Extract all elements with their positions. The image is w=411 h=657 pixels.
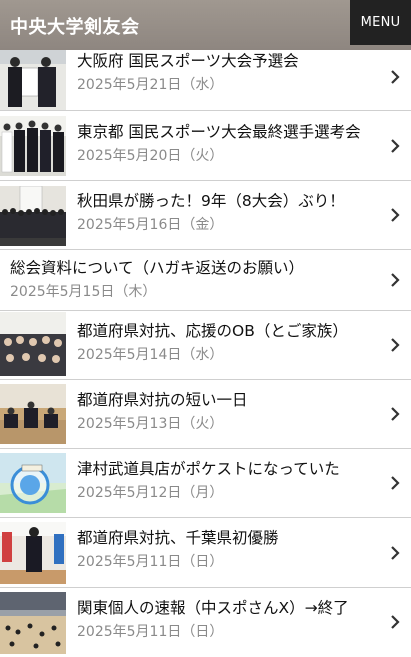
post-title[interactable]: 東京都 国民スポーツ大会最終選手選考会 xyxy=(77,122,381,142)
chevron-right-icon xyxy=(391,70,400,84)
post-title[interactable]: 都道府県対抗の短い一日 xyxy=(77,390,381,410)
post-thumbnail xyxy=(0,116,66,176)
post-date: 2025年5月16日（金） xyxy=(77,217,224,233)
post-date: 2025年5月11日（日） xyxy=(77,554,224,570)
post-title[interactable]: 秋田県が勝った！9年（8大会）ぶり！ xyxy=(77,191,381,211)
post-thumbnail xyxy=(0,384,66,444)
chevron-right-icon xyxy=(391,546,400,560)
chevron-right-icon xyxy=(391,208,400,222)
list-item[interactable]: 都道府県対抗、応援のOB（とご家族） 2025年5月14日（水） xyxy=(0,311,411,380)
post-title[interactable]: 都道府県対抗、応援のOB（とご家族） xyxy=(77,321,381,341)
post-date: 2025年5月13日（火） xyxy=(77,416,224,432)
post-title[interactable]: 関東個人の速報（中スポさんX）→終了 xyxy=(77,598,381,618)
chevron-right-icon xyxy=(391,476,400,490)
list-item[interactable]: 大阪府 国民スポーツ大会予選会 2025年5月21日（水） xyxy=(0,50,411,111)
chevron-right-icon xyxy=(391,615,400,629)
post-title[interactable]: 大阪府 国民スポーツ大会予選会 xyxy=(77,51,381,71)
post-thumbnail xyxy=(0,186,66,246)
list-item[interactable]: 津村武道具店がポケストになっていた 2025年5月12日（月） xyxy=(0,449,411,518)
post-thumbnail xyxy=(0,453,66,513)
post-date: 2025年5月20日（火） xyxy=(77,148,224,164)
list-item[interactable]: 東京都 国民スポーツ大会最終選手選考会 2025年5月20日（火） xyxy=(0,111,411,181)
post-date: 2025年5月11日（日） xyxy=(77,624,224,640)
post-list: 大阪府 国民スポーツ大会予選会 2025年5月21日（水） 東京都 国民スポーツ… xyxy=(0,50,411,657)
list-item[interactable]: 都道府県対抗の短い一日 2025年5月13日（火） xyxy=(0,380,411,449)
post-date: 2025年5月12日（月） xyxy=(77,485,224,501)
post-thumbnail xyxy=(0,50,66,110)
chevron-right-icon xyxy=(391,273,400,287)
chevron-right-icon xyxy=(391,338,400,352)
post-date: 2025年5月21日（水） xyxy=(77,77,224,93)
menu-button[interactable]: MENU xyxy=(350,0,411,45)
post-date: 2025年5月14日（水） xyxy=(77,347,224,363)
post-thumbnail xyxy=(0,312,66,376)
post-thumbnail xyxy=(0,522,66,584)
chevron-right-icon xyxy=(391,139,400,153)
site-header: 中央大学剣友会 MENU xyxy=(0,0,411,50)
post-title[interactable]: 津村武道具店がポケストになっていた xyxy=(77,459,381,479)
list-item[interactable]: 秋田県が勝った！9年（8大会）ぶり！ 2025年5月16日（金） xyxy=(0,181,411,250)
list-item[interactable]: 関東個人の速報（中スポさんX）→終了 2025年5月11日（日） xyxy=(0,588,411,657)
post-thumbnail xyxy=(0,592,66,654)
list-item[interactable]: 都道府県対抗、千葉県初優勝 2025年5月11日（日） xyxy=(0,518,411,588)
post-title[interactable]: 都道府県対抗、千葉県初優勝 xyxy=(77,528,381,548)
list-item[interactable]: 総会資料について（ハガキ返送のお願い） 2025年5月15日（木） xyxy=(0,250,411,311)
chevron-right-icon xyxy=(391,407,400,421)
post-title[interactable]: 総会資料について（ハガキ返送のお願い） xyxy=(10,258,381,278)
post-date: 2025年5月15日（木） xyxy=(10,284,157,300)
site-title[interactable]: 中央大学剣友会 xyxy=(10,13,140,39)
